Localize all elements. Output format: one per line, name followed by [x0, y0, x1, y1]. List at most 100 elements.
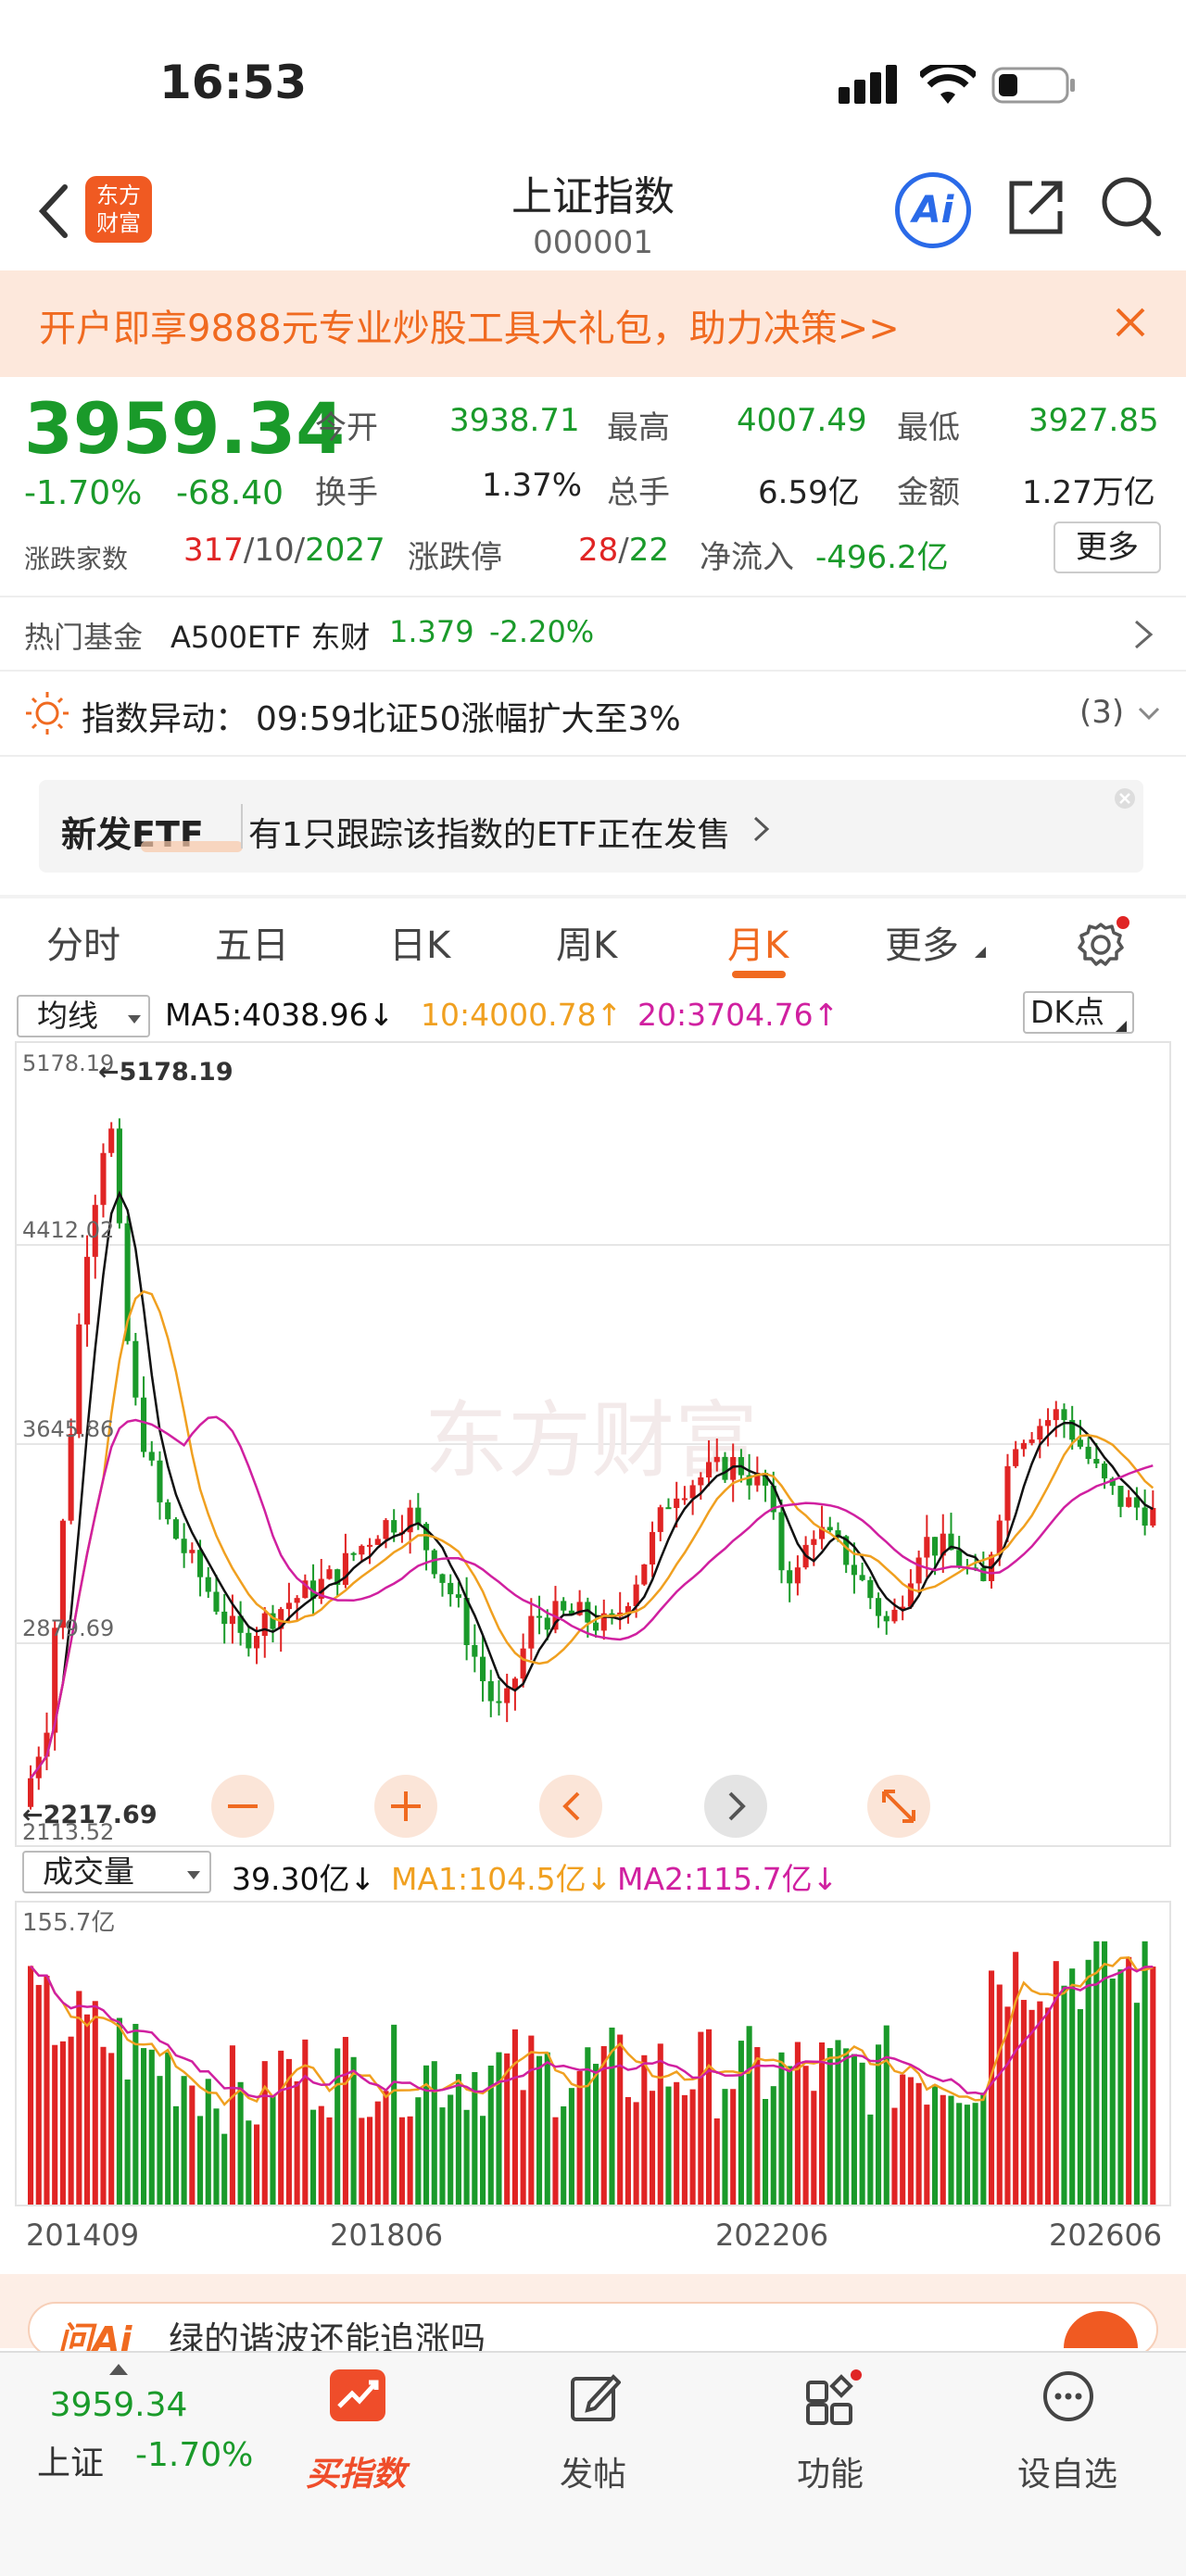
search-icon[interactable] [1099, 174, 1164, 239]
chart-tab-bar: 分时 五日 日K 周K 月K 更多 [0, 898, 1186, 982]
pan-left-button[interactable] [539, 1775, 602, 1838]
tab-five-day[interactable]: 五日 [215, 915, 289, 969]
volume-chart[interactable]: 155.7亿 [15, 1901, 1171, 2206]
volume-bar [722, 2089, 728, 2205]
tab-intraday[interactable]: 分时 [46, 915, 120, 969]
candle-body [431, 1550, 437, 1575]
volume-bar [52, 2044, 58, 2205]
volume-bar [359, 2117, 365, 2205]
amount-value: 1.27万亿 [1022, 474, 1155, 511]
candle-body [561, 1601, 567, 1611]
fund-price: 1.379 [389, 614, 474, 649]
promo-banner[interactable]: 开户即享9888元专业炒股工具大礼包，助力决策>> [0, 270, 1186, 377]
candle-body [665, 1507, 672, 1510]
ai-button[interactable]: Ai [895, 172, 971, 248]
volume-bar [455, 2074, 461, 2205]
tab-more[interactable]: 更多 [885, 915, 959, 969]
candle-body [1077, 1439, 1083, 1447]
candle-body [100, 1152, 107, 1205]
volume-bar [496, 2052, 502, 2205]
volume-bar [972, 2103, 978, 2205]
zoom-out-button[interactable] [211, 1775, 274, 1838]
candle-body [1142, 1507, 1148, 1526]
volume-bar [706, 2029, 713, 2205]
volume-bar [181, 2076, 187, 2205]
candle-body [1045, 1420, 1052, 1426]
volume-bar [900, 2074, 906, 2205]
hot-fund-row[interactable]: 热门基金 A500ETF 东财 1.379 -2.20% [0, 597, 1186, 670]
ma20-value: 20:3704.76↑ [637, 997, 839, 1033]
zoom-in-button[interactable] [374, 1775, 437, 1838]
title-bar: 东方 财富 上证指数 000001 Ai [0, 148, 1186, 269]
volume-svg[interactable]: 155.7亿 [17, 1903, 1169, 2205]
candle-body [794, 1567, 801, 1584]
new-etf-card[interactable]: 新发ETF 有1只跟踪该指数的ETF正在发售 [39, 780, 1143, 873]
volume-bar [1028, 2009, 1035, 2205]
volume-bar [261, 2061, 268, 2205]
index-alert-row[interactable]: 指数异动： 09:59北证50涨幅扩大至3% (3) [0, 672, 1186, 755]
candle-body [141, 1397, 147, 1452]
volume-bar [681, 2094, 688, 2205]
chevron-down-icon[interactable] [1138, 705, 1160, 723]
ask-ai-strip[interactable]: 问Ai 绿的谐波还能追涨吗 [0, 2274, 1186, 2360]
candle-body [681, 1498, 688, 1501]
candle-body [956, 1550, 963, 1568]
limit-label: 涨跌停 [408, 539, 502, 576]
volume-bar [278, 2050, 284, 2205]
volume-bar [713, 2118, 720, 2205]
tab-weekly-k[interactable]: 周K [556, 915, 617, 969]
caret-icon [1116, 1021, 1127, 1032]
candle-body [294, 1598, 300, 1603]
fullscreen-button[interactable] [867, 1775, 930, 1838]
volume-bar [924, 2105, 930, 2205]
etf-text: 有1只跟踪该指数的ETF正在发售 [248, 816, 731, 854]
tab-monthly-k[interactable]: 月K [727, 915, 789, 969]
candle-body [132, 1340, 139, 1398]
volume-bar [391, 2024, 397, 2205]
volume-bar [28, 1966, 34, 2205]
volume-bar [59, 2041, 66, 2205]
close-icon[interactable] [1114, 787, 1136, 810]
date-label: 202206 [715, 2218, 829, 2253]
k-line-svg[interactable]: 东方财富 5178.19 4412.02 3645.86 2879.69 211… [17, 1043, 1169, 1845]
volume-bar [544, 2052, 550, 2205]
candle-body [698, 1477, 704, 1486]
candle-body [246, 1632, 252, 1649]
up-count: 317 [183, 532, 244, 569]
caret-up-icon [109, 2364, 128, 2375]
volume-bar [826, 2048, 833, 2205]
more-button[interactable]: 更多 [1054, 521, 1161, 573]
max-marker: ←5178.19 [98, 1058, 233, 1087]
volume-bar [641, 2055, 648, 2205]
candle-body [448, 1582, 454, 1595]
volume-bar [197, 2116, 204, 2205]
volume-bar [843, 2048, 850, 2205]
volume-select[interactable]: 成交量 [22, 1851, 211, 1893]
k-line-chart[interactable]: 东方财富 5178.19 4412.02 3645.86 2879.69 211… [15, 1041, 1171, 1847]
breadth-label: 涨跌家数 [24, 544, 129, 574]
gear-icon[interactable] [1075, 915, 1130, 971]
volume-ma1: MA1:104.5亿↓ [391, 1861, 612, 1897]
volume-bar [326, 2117, 333, 2205]
candle-body [996, 1520, 1003, 1555]
volume-bar [568, 2088, 574, 2205]
candle-body [1102, 1464, 1108, 1479]
breadth-values: 317/10/2027 [183, 532, 385, 569]
candle-body [496, 1701, 502, 1703]
candle-body [391, 1520, 397, 1533]
status-time: 16:53 [159, 56, 308, 109]
candle-body [165, 1502, 171, 1520]
volume-max-label: 155.7亿 [22, 1909, 115, 1937]
volume-bar [907, 2077, 914, 2205]
candle-body [439, 1574, 446, 1583]
volume-bar [141, 2048, 147, 2205]
pan-right-button[interactable] [704, 1775, 767, 1838]
volume-ma2: MA2:115.7亿↓ [617, 1861, 839, 1897]
volume-bar [763, 2099, 769, 2205]
share-icon[interactable] [1006, 176, 1067, 237]
candle-body [1028, 1439, 1035, 1443]
close-icon[interactable] [1114, 306, 1147, 339]
volume-bar [205, 2079, 211, 2205]
signal-icon [839, 65, 897, 104]
tab-daily-k[interactable]: 日K [389, 915, 450, 969]
